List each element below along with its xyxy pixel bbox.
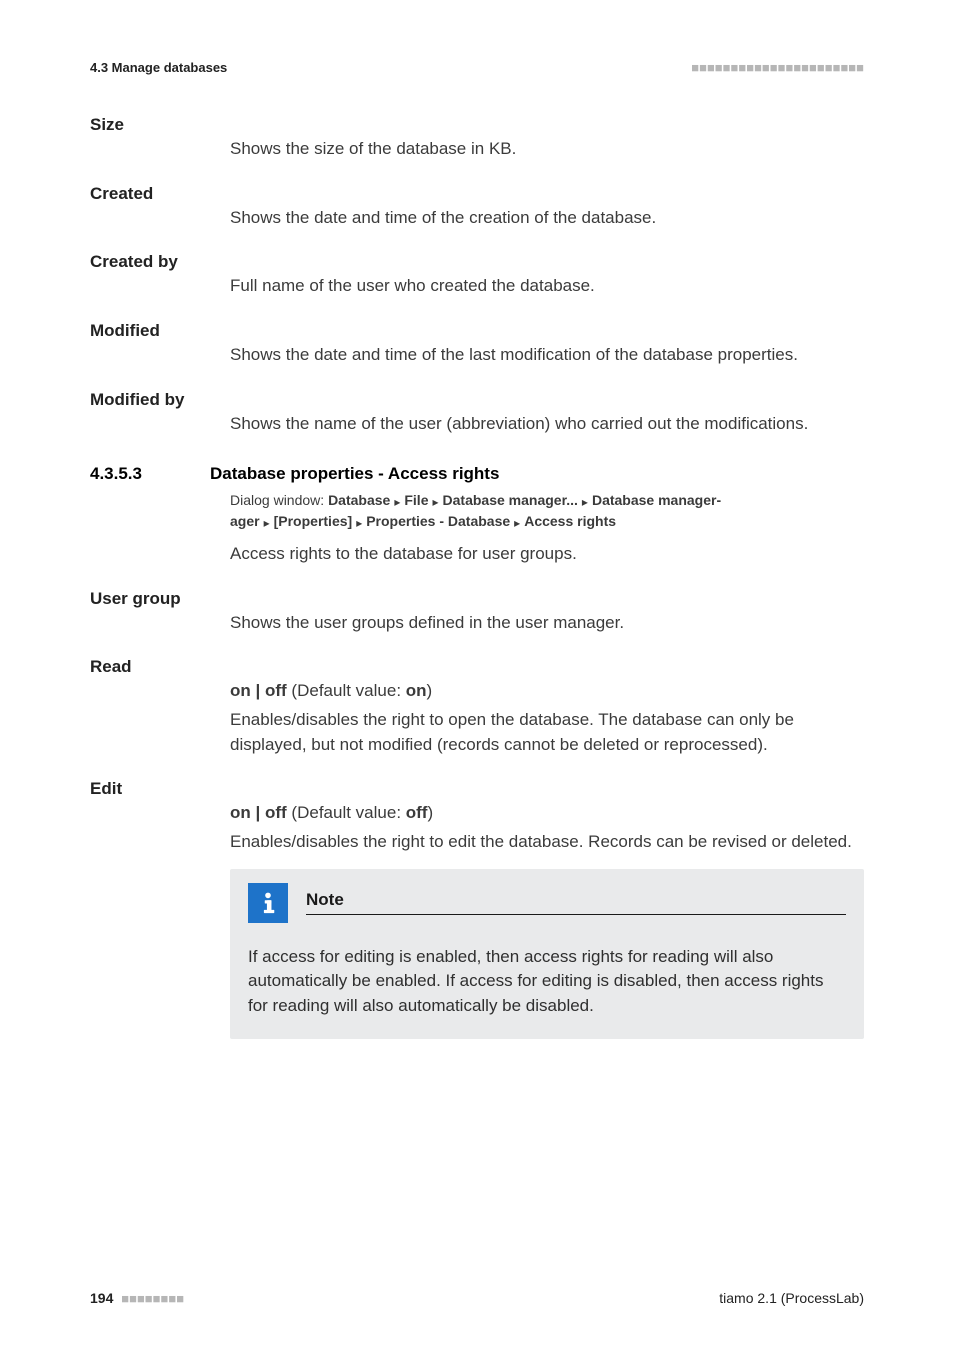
edit-on: on — [230, 803, 251, 822]
page: 4.3 Manage databases ■■■■■■■■■■■■■■■■■■■… — [0, 0, 954, 1350]
term-created: Created — [90, 184, 864, 204]
desc-size: Shows the size of the database in KB. — [230, 137, 864, 162]
dialog-lead: Dialog window: — [230, 492, 328, 508]
read-default-lead: (Default value: — [287, 681, 406, 700]
desc-created: Shows the date and time of the creation … — [230, 206, 864, 231]
desc-created-by: Full name of the user who created the da… — [230, 274, 864, 299]
path-p4: Database manager — [592, 492, 717, 508]
caret-icon: ▸ — [356, 514, 362, 532]
read-default-tail: ) — [427, 681, 433, 700]
page-header: 4.3 Manage databases ■■■■■■■■■■■■■■■■■■■… — [90, 60, 864, 75]
edit-default-val: off — [406, 803, 428, 822]
edit-off: off — [265, 803, 287, 822]
edit-default-tail: ) — [427, 803, 433, 822]
note-title: Note — [306, 890, 846, 915]
path-p3: Database manager... — [443, 492, 578, 508]
term-modified-by: Modified by — [90, 390, 864, 410]
subsection-number: 4.3.5.3 — [90, 464, 210, 484]
term-user-group: User group — [90, 589, 864, 609]
caret-icon: ▸ — [264, 514, 270, 532]
footer-right: tiamo 2.1 (ProcessLab) — [719, 1290, 864, 1306]
term-read: Read — [90, 657, 864, 677]
read-default-val: on — [406, 681, 427, 700]
term-size: Size — [90, 115, 864, 135]
desc-modified: Shows the date and time of the last modi… — [230, 343, 864, 368]
path-p2: File — [404, 492, 428, 508]
read-off: off — [265, 681, 287, 700]
section-ref: 4.3 Manage databases — [90, 60, 227, 75]
dialog-path: Dialog window: Database▸File▸Database ma… — [230, 490, 864, 532]
note-body: If access for editing is enabled, then a… — [248, 945, 846, 1019]
read-sep: | — [251, 681, 265, 700]
header-ticks: ■■■■■■■■■■■■■■■■■■■■■■ — [691, 60, 864, 75]
caret-icon: ▸ — [394, 493, 400, 511]
footer-ticks: ■■■■■■■■ — [121, 1291, 184, 1306]
caret-icon: ▸ — [432, 493, 438, 511]
edit-value-line: on | off (Default value: off) — [230, 801, 864, 826]
path-p1: Database — [328, 492, 390, 508]
desc-modified-by: Shows the name of the user (abbreviation… — [230, 412, 864, 437]
footer-left: 194 ■■■■■■■■ — [90, 1290, 184, 1306]
path-p7: Access rights — [524, 513, 616, 529]
info-icon — [248, 883, 288, 923]
desc-edit: Enables/disables the right to edit the d… — [230, 830, 864, 855]
edit-sep: | — [251, 803, 265, 822]
note-box: Note If access for editing is enabled, t… — [230, 869, 864, 1039]
path-p5: [Properties] — [274, 513, 353, 529]
read-on: on — [230, 681, 251, 700]
term-modified: Modified — [90, 321, 864, 341]
term-edit: Edit — [90, 779, 864, 799]
path-p6: Properties - Database — [366, 513, 510, 529]
desc-read: Enables/disables the right to open the d… — [230, 708, 864, 757]
note-header: Note — [248, 883, 846, 923]
desc-user-group: Shows the user groups defined in the use… — [230, 611, 864, 636]
subsection-intro: Access rights to the database for user g… — [230, 542, 864, 567]
page-footer: 194 ■■■■■■■■ tiamo 2.1 (ProcessLab) — [90, 1290, 864, 1306]
caret-icon: ▸ — [514, 514, 520, 532]
subsection-heading: 4.3.5.3 Database properties - Access rig… — [90, 464, 864, 484]
edit-default-lead: (Default value: — [287, 803, 406, 822]
page-number: 194 — [90, 1290, 113, 1306]
term-created-by: Created by — [90, 252, 864, 272]
caret-icon: ▸ — [582, 493, 588, 511]
read-value-line: on | off (Default value: on) — [230, 679, 864, 704]
subsection-title: Database properties - Access rights — [210, 464, 499, 484]
